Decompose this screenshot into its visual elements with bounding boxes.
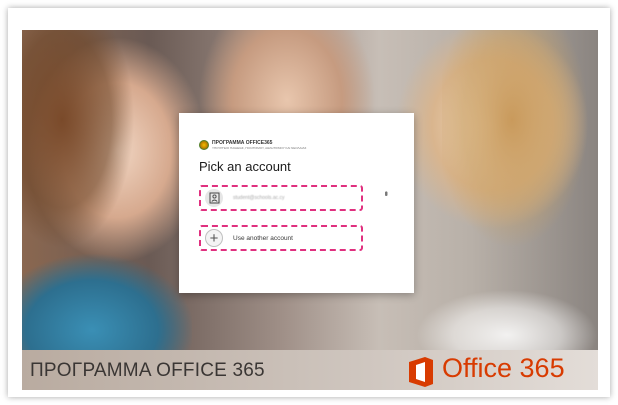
office-logo-icon — [409, 357, 433, 387]
contact-card-icon — [205, 189, 223, 207]
page-title: Pick an account — [199, 159, 291, 174]
org-subtitle: ΥΠΟΥΡΓΕΙΟ ΠΑΙΔΕΙΑΣ, ΠΟΛΙΤΙΣΜΟΥ, ΑΘΛΗΤΙΣΜ… — [212, 146, 307, 150]
banner-title: ΠΡΟΓΡΑΜΜΑ OFFICE 365 — [30, 360, 265, 381]
org-seal-icon — [199, 140, 209, 150]
program-banner: ΠΡΟΓΡΑΜΜΑ OFFICE 365 Office 365 — [22, 350, 598, 390]
use-another-account-button[interactable]: + Use another account — [199, 225, 363, 251]
plus-icon: + — [205, 229, 223, 247]
background-person-left — [22, 30, 162, 250]
background-person-right — [442, 30, 598, 260]
use-another-account-label: Use another account — [233, 234, 293, 242]
account-tile[interactable]: student@schools.ac.cy — [199, 185, 363, 211]
account-picker-dialog: ΠΡΟΓΡΑΜΜΑ OFFICE365 ΥΠΟΥΡΓΕΙΟ ΠΑΙΔΕΙΑΣ, … — [179, 113, 414, 293]
office-wordmark: Office 365 — [442, 353, 565, 383]
vertical-ellipsis-icon[interactable]: ••• — [381, 191, 391, 194]
account-email: student@schools.ac.cy — [233, 195, 285, 201]
org-branding: ΠΡΟΓΡΑΜΜΑ OFFICE365 ΥΠΟΥΡΓΕΙΟ ΠΑΙΔΕΙΑΣ, … — [199, 138, 306, 152]
